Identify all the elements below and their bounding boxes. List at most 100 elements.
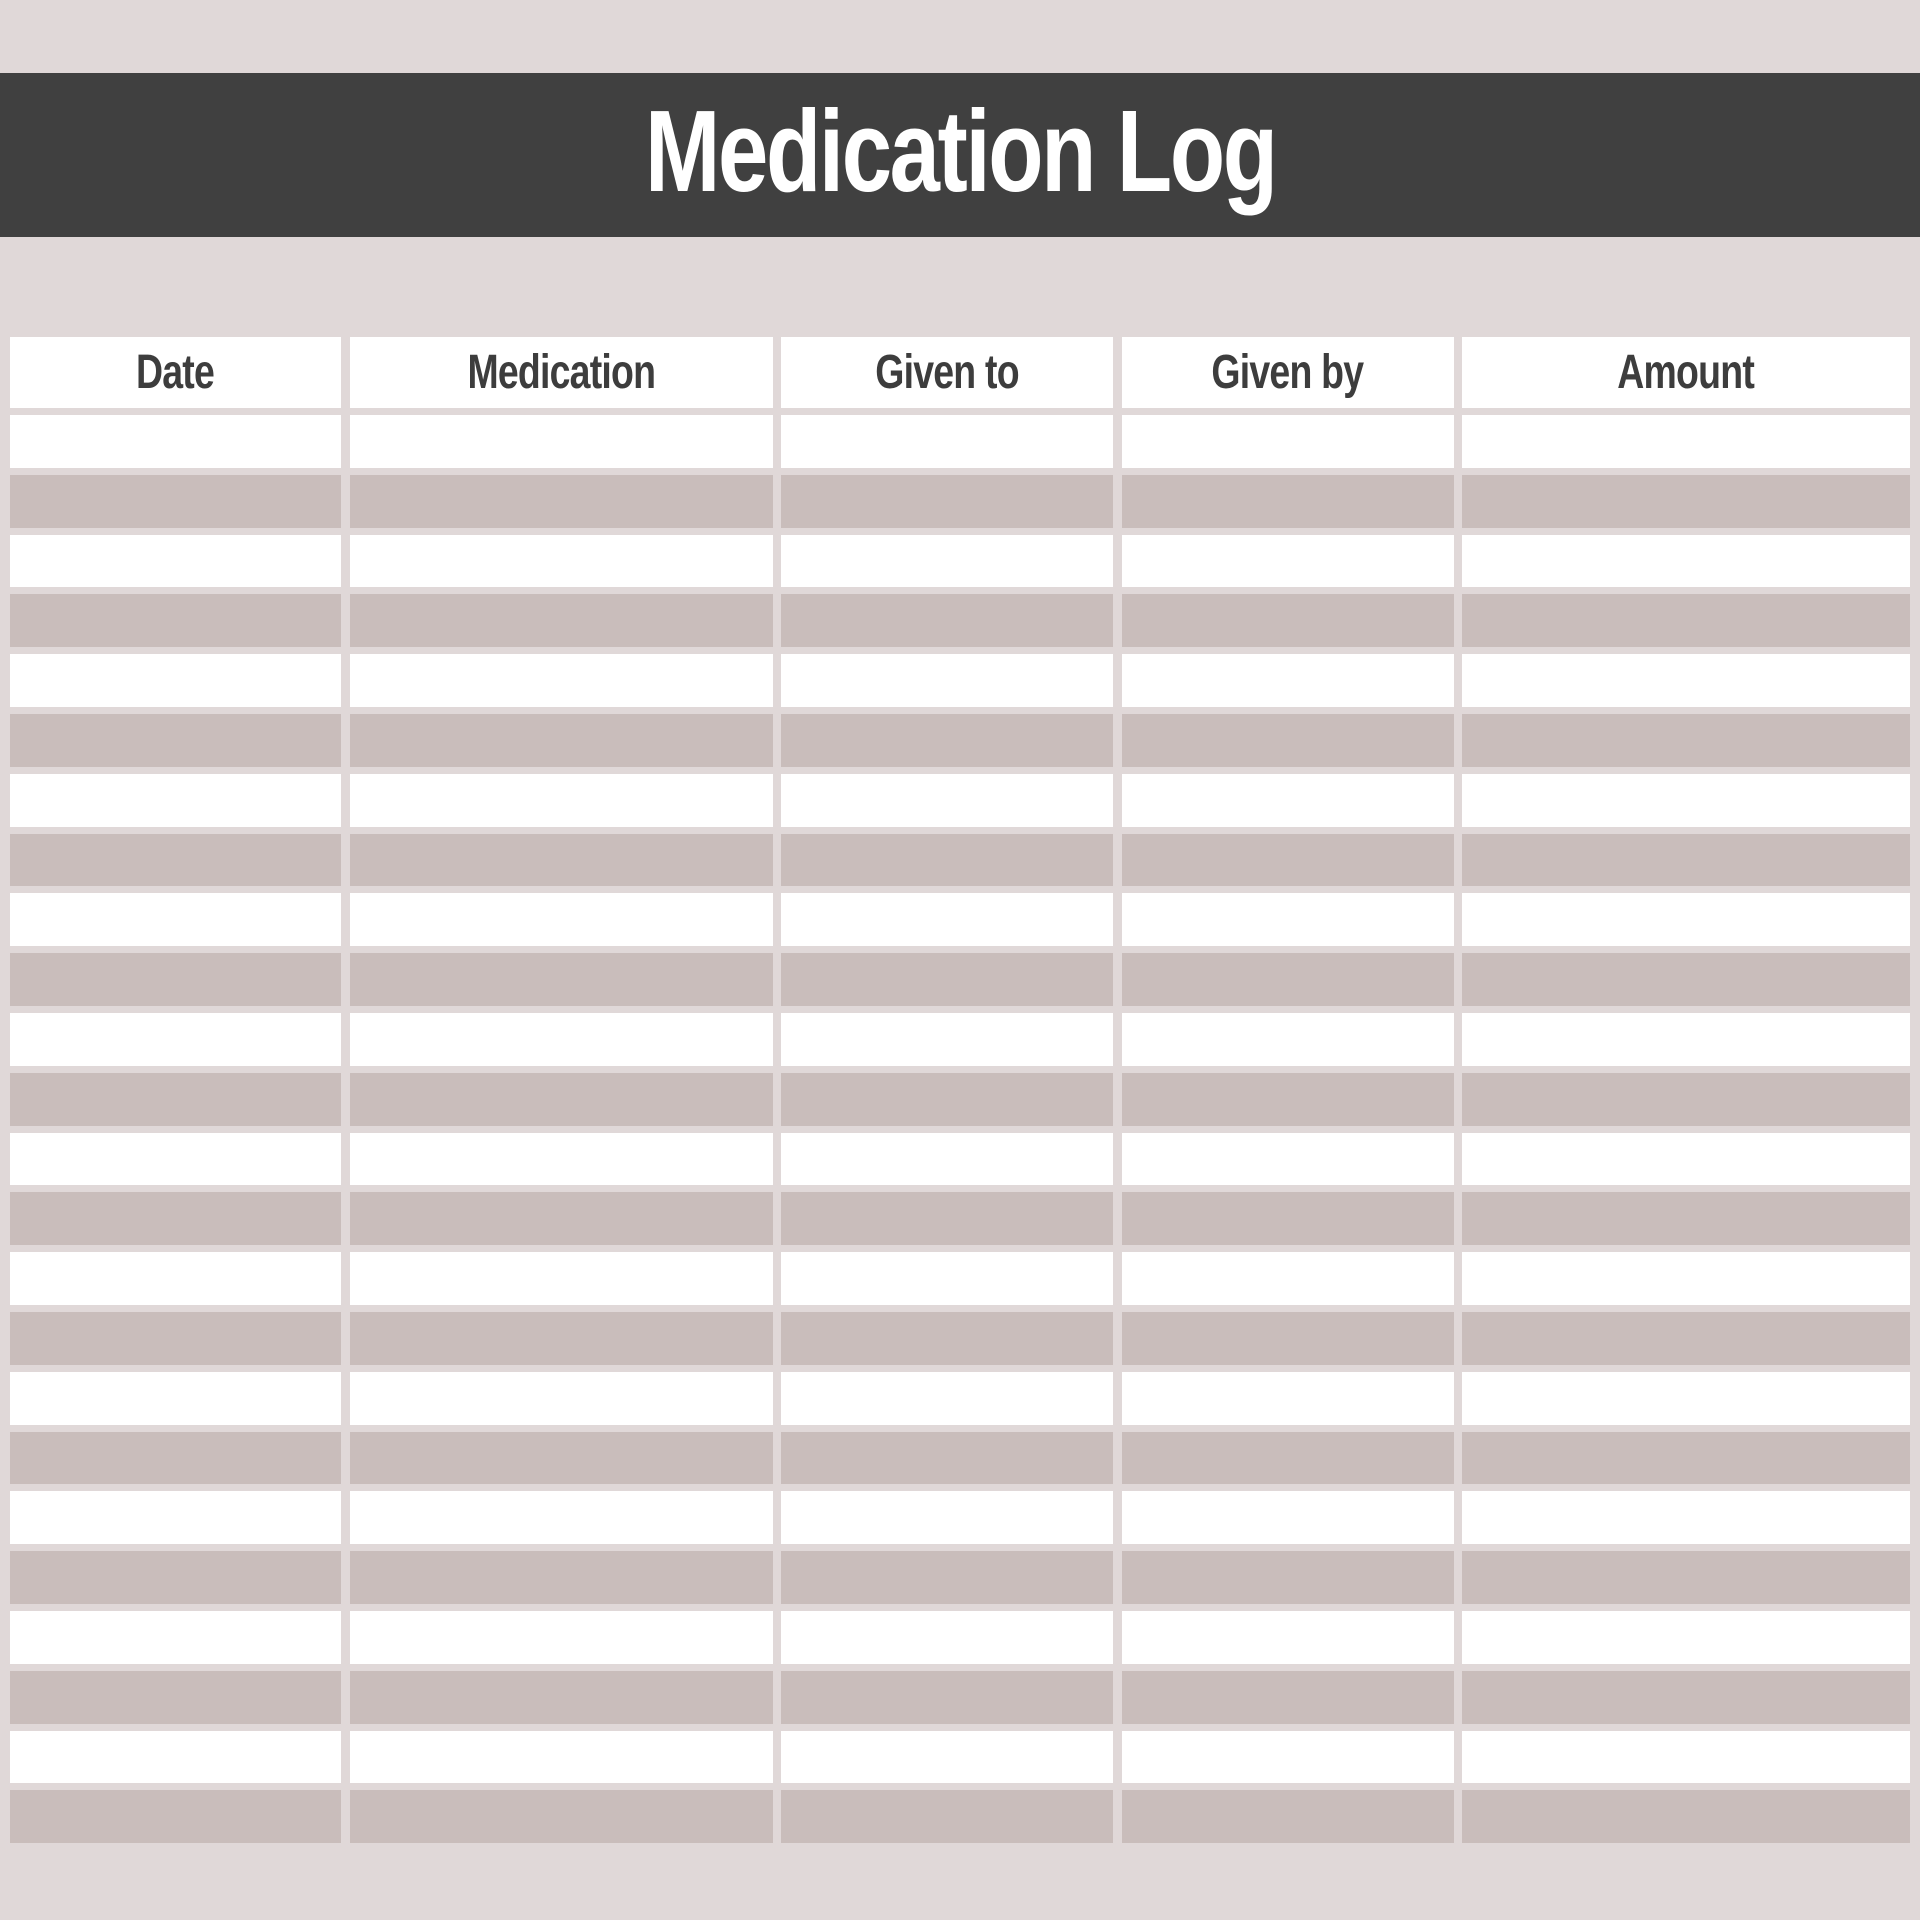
cell-date[interactable] <box>10 1072 341 1126</box>
cell-given-to[interactable] <box>781 1790 1113 1844</box>
cell-medication[interactable] <box>349 1012 773 1066</box>
cell-given-to[interactable] <box>781 1730 1113 1784</box>
cell-amount[interactable] <box>1462 1431 1910 1485</box>
cell-medication[interactable] <box>349 1790 773 1844</box>
cell-date[interactable] <box>10 1012 341 1066</box>
cell-given-by[interactable] <box>1121 1252 1454 1305</box>
cell-medication[interactable] <box>349 1371 773 1425</box>
cell-given-by[interactable] <box>1121 1551 1454 1604</box>
cell-given-to[interactable] <box>781 1431 1113 1485</box>
cell-medication[interactable] <box>349 1730 773 1784</box>
cell-amount[interactable] <box>1462 474 1910 528</box>
cell-given-by[interactable] <box>1121 773 1454 827</box>
cell-given-by[interactable] <box>1121 474 1454 528</box>
cell-given-to[interactable] <box>781 474 1113 528</box>
cell-amount[interactable] <box>1462 893 1910 947</box>
cell-date[interactable] <box>10 594 341 648</box>
cell-medication[interactable] <box>349 1132 773 1186</box>
cell-amount[interactable] <box>1462 654 1910 707</box>
cell-given-by[interactable] <box>1121 1192 1454 1246</box>
cell-amount[interactable] <box>1462 773 1910 827</box>
cell-date[interactable] <box>10 953 341 1006</box>
cell-given-by[interactable] <box>1121 713 1454 767</box>
cell-medication[interactable] <box>349 893 773 947</box>
cell-given-by[interactable] <box>1121 415 1454 468</box>
cell-date[interactable] <box>10 1371 341 1425</box>
cell-date[interactable] <box>10 1790 341 1844</box>
cell-given-to[interactable] <box>781 415 1113 468</box>
cell-given-to[interactable] <box>781 594 1113 648</box>
cell-given-to[interactable] <box>781 1252 1113 1305</box>
cell-given-to[interactable] <box>781 713 1113 767</box>
cell-given-to[interactable] <box>781 1371 1113 1425</box>
cell-given-by[interactable] <box>1121 833 1454 887</box>
cell-date[interactable] <box>10 1670 341 1724</box>
cell-medication[interactable] <box>349 654 773 707</box>
cell-given-to[interactable] <box>781 953 1113 1006</box>
cell-amount[interactable] <box>1462 833 1910 887</box>
cell-given-to[interactable] <box>781 893 1113 947</box>
cell-amount[interactable] <box>1462 1730 1910 1784</box>
cell-medication[interactable] <box>349 773 773 827</box>
cell-given-to[interactable] <box>781 654 1113 707</box>
cell-date[interactable] <box>10 713 341 767</box>
cell-given-by[interactable] <box>1121 534 1454 588</box>
cell-date[interactable] <box>10 474 341 528</box>
cell-date[interactable] <box>10 1311 341 1365</box>
cell-amount[interactable] <box>1462 415 1910 468</box>
cell-given-by[interactable] <box>1121 1431 1454 1485</box>
cell-given-by[interactable] <box>1121 1730 1454 1784</box>
cell-medication[interactable] <box>349 833 773 887</box>
cell-date[interactable] <box>10 833 341 887</box>
cell-amount[interactable] <box>1462 1790 1910 1844</box>
cell-amount[interactable] <box>1462 1192 1910 1246</box>
cell-date[interactable] <box>10 1132 341 1186</box>
cell-amount[interactable] <box>1462 1371 1910 1425</box>
cell-amount[interactable] <box>1462 1072 1910 1126</box>
cell-given-to[interactable] <box>781 1670 1113 1724</box>
cell-amount[interactable] <box>1462 1551 1910 1604</box>
cell-date[interactable] <box>10 1431 341 1485</box>
cell-medication[interactable] <box>349 415 773 468</box>
cell-medication[interactable] <box>349 1072 773 1126</box>
cell-amount[interactable] <box>1462 1311 1910 1365</box>
cell-given-by[interactable] <box>1121 1670 1454 1724</box>
cell-given-by[interactable] <box>1121 1610 1454 1664</box>
cell-medication[interactable] <box>349 594 773 648</box>
cell-medication[interactable] <box>349 1431 773 1485</box>
cell-medication[interactable] <box>349 1252 773 1305</box>
cell-medication[interactable] <box>349 474 773 528</box>
cell-amount[interactable] <box>1462 953 1910 1006</box>
cell-date[interactable] <box>10 415 341 468</box>
cell-amount[interactable] <box>1462 534 1910 588</box>
cell-given-by[interactable] <box>1121 1012 1454 1066</box>
cell-given-to[interactable] <box>781 773 1113 827</box>
cell-given-to[interactable] <box>781 1012 1113 1066</box>
cell-amount[interactable] <box>1462 1132 1910 1186</box>
cell-date[interactable] <box>10 654 341 707</box>
cell-date[interactable] <box>10 1252 341 1305</box>
cell-given-by[interactable] <box>1121 1132 1454 1186</box>
cell-medication[interactable] <box>349 1610 773 1664</box>
cell-date[interactable] <box>10 1491 341 1545</box>
cell-medication[interactable] <box>349 1491 773 1545</box>
cell-given-to[interactable] <box>781 1132 1113 1186</box>
cell-given-by[interactable] <box>1121 893 1454 947</box>
cell-date[interactable] <box>10 893 341 947</box>
cell-amount[interactable] <box>1462 1012 1910 1066</box>
cell-amount[interactable] <box>1462 1252 1910 1305</box>
cell-medication[interactable] <box>349 534 773 588</box>
cell-given-by[interactable] <box>1121 953 1454 1006</box>
cell-amount[interactable] <box>1462 594 1910 648</box>
cell-given-to[interactable] <box>781 833 1113 887</box>
cell-medication[interactable] <box>349 1311 773 1365</box>
cell-date[interactable] <box>10 534 341 588</box>
cell-given-by[interactable] <box>1121 594 1454 648</box>
cell-amount[interactable] <box>1462 1610 1910 1664</box>
cell-given-by[interactable] <box>1121 1311 1454 1365</box>
cell-date[interactable] <box>10 1730 341 1784</box>
cell-amount[interactable] <box>1462 1491 1910 1545</box>
cell-date[interactable] <box>10 773 341 827</box>
cell-medication[interactable] <box>349 953 773 1006</box>
cell-medication[interactable] <box>349 1670 773 1724</box>
